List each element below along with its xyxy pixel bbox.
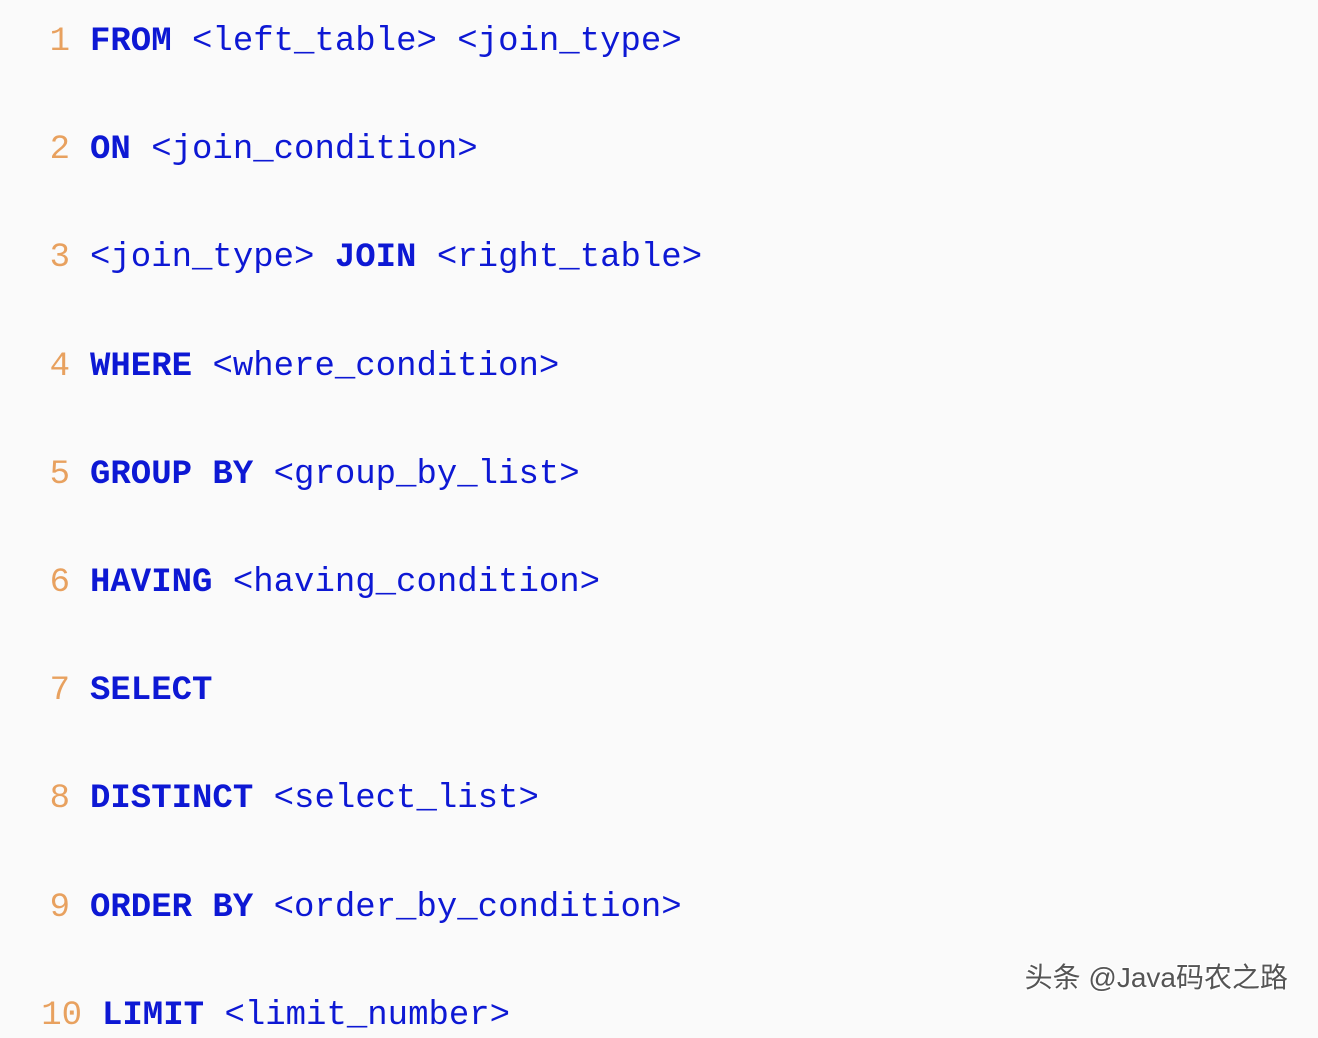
code-content: GROUP BY <group_by_list> (90, 453, 580, 497)
line-number: 3 (40, 236, 90, 280)
line-number: 1 (40, 20, 90, 64)
keyword-token: SELECT (90, 672, 212, 710)
line-number: 7 (40, 669, 90, 713)
code-line: 7SELECT (40, 669, 1278, 713)
code-block: 1FROM <left_table> <join_type> 2ON <join_… (40, 20, 1278, 1038)
placeholder-token: <join_condition> (151, 131, 477, 169)
code-line: 3<join_type> JOIN <right_table> (40, 236, 1278, 280)
code-line: 9ORDER BY <order_by_condition> (40, 886, 1278, 930)
code-content: FROM <left_table> <join_type> (90, 20, 682, 64)
placeholder-token: <select_list> (274, 780, 539, 818)
line-number: 5 (40, 453, 90, 497)
code-content: HAVING <having_condition> (90, 561, 600, 605)
line-number: 6 (40, 561, 90, 605)
keyword-token: GROUP BY (90, 456, 253, 494)
code-content: <join_type> JOIN <right_table> (90, 236, 702, 280)
code-line: 2ON <join_condition> (40, 128, 1278, 172)
keyword-token: FROM (90, 23, 172, 61)
code-content: SELECT (90, 669, 212, 713)
code-line: 10LIMIT <limit_number> (40, 994, 1278, 1038)
keyword-token: HAVING (90, 564, 212, 602)
placeholder-token: <right_table> (437, 239, 702, 277)
keyword-token: ORDER BY (90, 889, 253, 927)
code-content: LIMIT <limit_number> (102, 994, 510, 1038)
keyword-token: ON (90, 131, 131, 169)
code-content: WHERE <where_condition> (90, 345, 559, 389)
code-line: 5GROUP BY <group_by_list> (40, 453, 1278, 497)
keyword-token: WHERE (90, 348, 192, 386)
code-content: DISTINCT <select_list> (90, 777, 539, 821)
placeholder-token: <where_condition> (212, 348, 559, 386)
placeholder-token: <limit_number> (224, 997, 510, 1035)
code-content: ORDER BY <order_by_condition> (90, 886, 682, 930)
watermark: 头条 @Java码农之路 (1025, 956, 1288, 996)
keyword-token: LIMIT (102, 997, 204, 1035)
placeholder-token: <order_by_condition> (274, 889, 682, 927)
line-number: 10 (40, 994, 102, 1038)
line-number: 8 (40, 777, 90, 821)
placeholder-token: <join_type> (90, 239, 314, 277)
line-number: 2 (40, 128, 90, 172)
code-content: ON <join_condition> (90, 128, 478, 172)
code-line: 1FROM <left_table> <join_type> (40, 20, 1278, 64)
placeholder-token: <join_type> (457, 23, 681, 61)
code-line: 4WHERE <where_condition> (40, 345, 1278, 389)
code-line: 6HAVING <having_condition> (40, 561, 1278, 605)
code-line: 8DISTINCT <select_list> (40, 777, 1278, 821)
keyword-token: JOIN (335, 239, 417, 277)
placeholder-token: <group_by_list> (274, 456, 580, 494)
keyword-token: DISTINCT (90, 780, 253, 818)
line-number: 9 (40, 886, 90, 930)
placeholder-token: <having_condition> (233, 564, 600, 602)
line-number: 4 (40, 345, 90, 389)
placeholder-token: <left_table> (192, 23, 437, 61)
